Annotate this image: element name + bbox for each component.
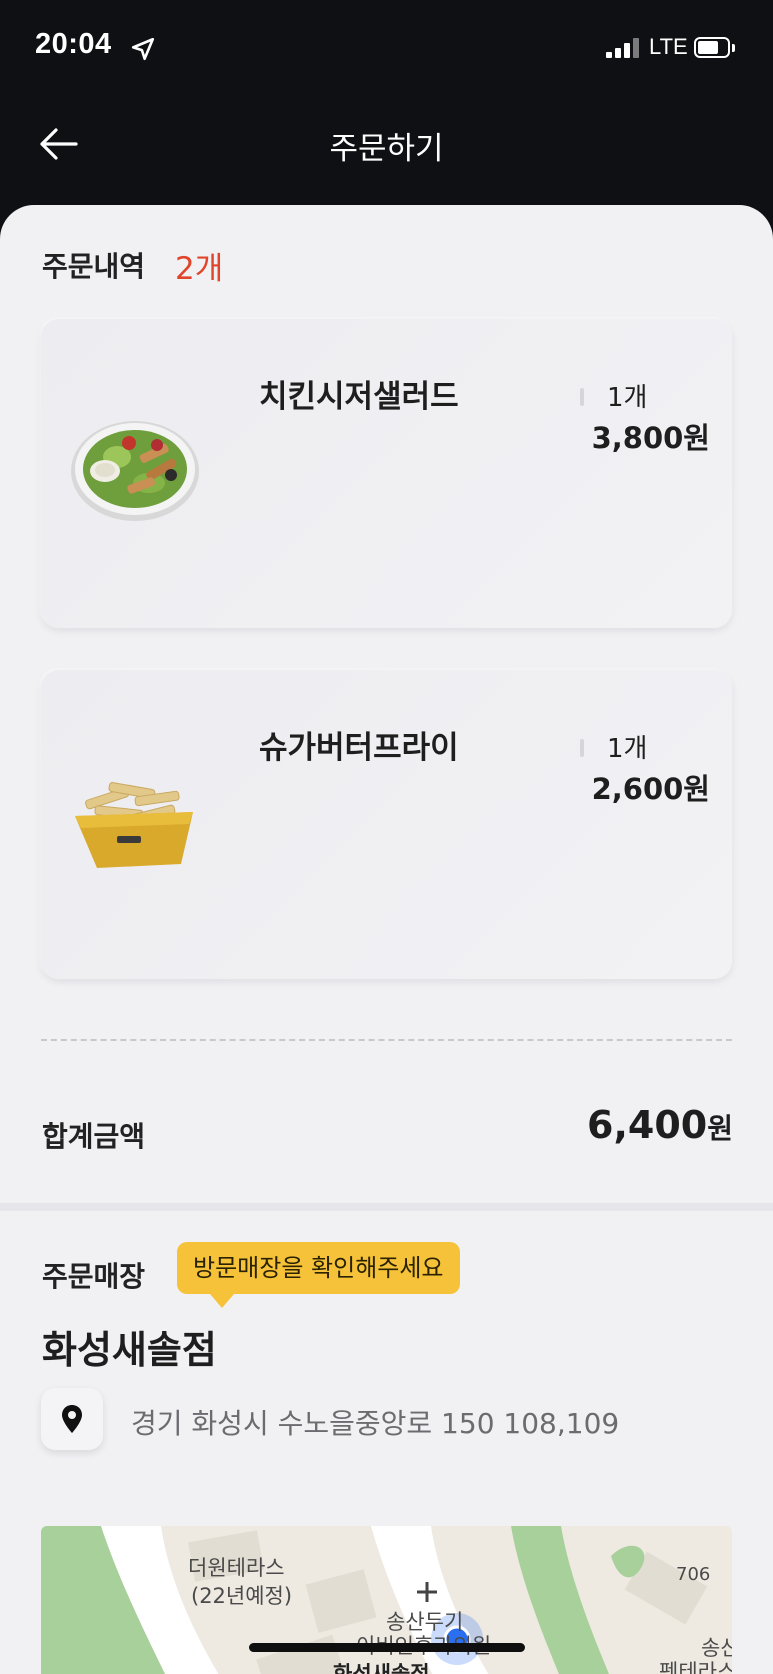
order-section-label: 주문내역 [42, 250, 146, 283]
order-item-card[interactable]: 치킨시저샐러드 1개 3,800원 [41, 319, 732, 628]
page-title: 주문하기 [329, 131, 444, 167]
tooltip-tail [210, 1294, 234, 1308]
content-sheet: 주문내역 2개 치킨시저샐러드 1개 3,800원 슈가버터프라이 1개 2,6… [0, 205, 773, 1674]
battery-cap [732, 44, 735, 52]
home-indicator [249, 1643, 525, 1652]
section-divider [0, 1203, 773, 1211]
status-time: 20:04 [35, 28, 112, 60]
signal-icon [606, 38, 642, 58]
status-bar: 20:04 LTE [0, 0, 773, 95]
total-value: 6,400 [587, 1103, 708, 1147]
total-amount: 6,400원 [587, 1103, 733, 1147]
total-unit: 원 [707, 1112, 733, 1145]
map-label: 706 [676, 1564, 711, 1585]
map-pin-icon [62, 1405, 82, 1433]
item-quantity: 1개 [607, 383, 648, 413]
map-store-label: 화성새솔점 [333, 1662, 430, 1674]
store-section-label: 주문매장 [42, 1260, 146, 1293]
map-label: (22년예정) [191, 1584, 293, 1608]
item-name: 슈가버터프라이 [259, 730, 459, 766]
map-label: 더원테라스 [188, 1556, 285, 1580]
map-pin-button[interactable] [41, 1388, 103, 1450]
nav-bar: 주문하기 [0, 95, 773, 205]
store-name: 화성새솔점 [42, 1328, 217, 1372]
qty-separator [580, 739, 584, 757]
location-arrow-icon [131, 37, 155, 61]
item-quantity: 1개 [607, 734, 648, 764]
dashed-divider [41, 1039, 732, 1041]
item-price: 3,800원 [591, 421, 710, 455]
item-price: 2,600원 [591, 772, 710, 806]
fries-image [75, 782, 193, 868]
map-label: 펜테라스 [659, 1660, 732, 1674]
item-name: 치킨시저샐러드 [259, 379, 459, 415]
store-address: 경기 화성시 수노을중앙로 150 108,109 [131, 1407, 620, 1440]
order-count: 2개 [175, 251, 224, 287]
salad-image [71, 421, 199, 521]
network-label: LTE [649, 34, 688, 59]
battery-icon [694, 37, 730, 58]
order-item-card[interactable]: 슈가버터프라이 1개 2,600원 [41, 670, 732, 979]
total-label: 합계금액 [42, 1120, 146, 1153]
qty-separator [580, 388, 584, 406]
store-check-tooltip: 방문매장을 확인해주세요 [177, 1242, 460, 1294]
